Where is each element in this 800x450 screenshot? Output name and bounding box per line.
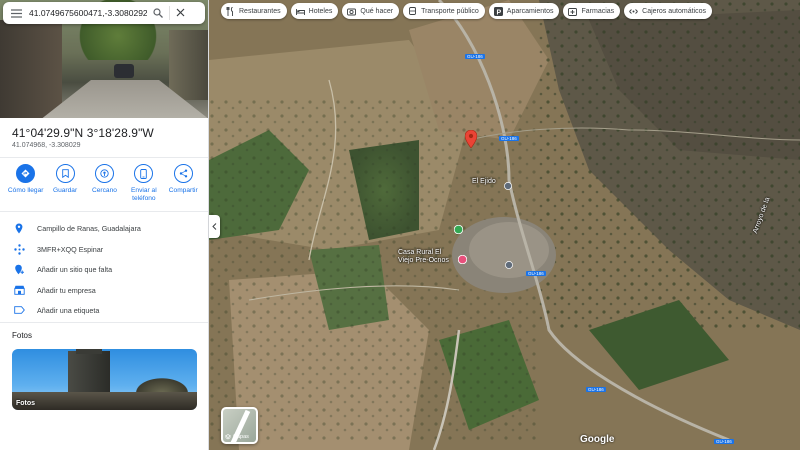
directions-icon bbox=[16, 164, 36, 183]
plus-code-text: 3MFR+XQQ Espinar bbox=[37, 244, 104, 254]
hero-car bbox=[114, 64, 134, 78]
chip-hotels[interactable]: Hoteles bbox=[290, 3, 339, 19]
chip-label: Aparcamientos bbox=[506, 7, 554, 15]
add-place-icon bbox=[12, 262, 26, 276]
layers-button[interactable]: Capas bbox=[221, 407, 258, 444]
maps-app: Casa Rural El Viejo Pre-Ocnos El Ejido A… bbox=[0, 0, 800, 450]
label-icon bbox=[12, 303, 26, 317]
location-pin-icon bbox=[12, 221, 26, 235]
decimal-coordinates: 41.074968, -3.308029 bbox=[12, 142, 81, 149]
info-add-missing-place[interactable]: Añadir un sitio que falta bbox=[12, 262, 202, 276]
layers-text: Capas bbox=[233, 434, 249, 440]
layers-icon bbox=[225, 434, 231, 440]
parking-icon: P bbox=[493, 6, 503, 16]
place-title-coordinates: 41°04'29.9"N 3°18'28.9"W bbox=[12, 126, 154, 140]
nearby-button[interactable]: Cercano bbox=[86, 164, 122, 203]
photo-card[interactable]: Fotos bbox=[12, 349, 197, 410]
casa-rural-label-line1: Casa Rural El bbox=[398, 249, 442, 256]
chip-label: Qué hacer bbox=[360, 7, 394, 15]
chip-restaurants[interactable]: Restaurantes bbox=[221, 3, 287, 19]
chip-label: Farmacias bbox=[581, 7, 615, 15]
chip-pharmacies[interactable]: Farmacias bbox=[563, 3, 621, 19]
camera-icon bbox=[347, 7, 357, 16]
satellite-imagery bbox=[209, 0, 800, 450]
transit-icon bbox=[408, 6, 417, 16]
close-icon[interactable] bbox=[169, 6, 191, 20]
svg-text:P: P bbox=[496, 9, 501, 16]
casa-rural-label[interactable]: Casa Rural El Viejo Pre-Ocnos bbox=[398, 249, 449, 265]
search-icon[interactable] bbox=[147, 8, 169, 18]
chip-label: Hoteles bbox=[308, 7, 333, 15]
add-missing-place-text: Añadir un sitio que falta bbox=[37, 264, 113, 274]
location-pin-marker[interactable] bbox=[464, 129, 478, 153]
hero-house bbox=[169, 30, 208, 100]
category-chips: Restaurantes Hoteles Qué hacer Transport… bbox=[221, 3, 716, 20]
plus-code-icon bbox=[12, 242, 26, 256]
photo-ground bbox=[12, 392, 197, 410]
nearby-icon bbox=[94, 164, 114, 183]
phone-icon bbox=[134, 164, 154, 183]
search-box bbox=[3, 2, 205, 24]
search-input[interactable] bbox=[29, 8, 147, 18]
divider bbox=[0, 322, 208, 323]
road-shield: GU-186 bbox=[526, 271, 546, 276]
hero-stone-wall bbox=[0, 20, 62, 118]
casa-rural-label-line2: Viejo Pre-Ocnos bbox=[398, 257, 449, 264]
directions-button[interactable]: Cómo llegar bbox=[8, 164, 44, 203]
bookmark-icon bbox=[55, 164, 75, 183]
info-plus-code[interactable]: 3MFR+XQQ Espinar bbox=[12, 242, 202, 256]
restaurant-icon bbox=[226, 6, 235, 16]
chip-label: Transporte público bbox=[421, 7, 479, 15]
transit-poi-icon[interactable] bbox=[505, 256, 513, 274]
chip-label: Restaurantes bbox=[239, 7, 281, 15]
add-business-text: Añadir tu empresa bbox=[37, 285, 96, 295]
google-logo: Google bbox=[580, 434, 615, 445]
business-icon bbox=[12, 283, 26, 297]
layers-label: Capas bbox=[225, 434, 249, 440]
collapse-panel-button[interactable] bbox=[209, 215, 220, 238]
action-buttons: Cómo llegar Guardar Cercano Enviar al te… bbox=[0, 164, 208, 203]
photos-section-title: Fotos bbox=[12, 331, 33, 340]
road-shield: GU-186 bbox=[499, 136, 519, 141]
divider bbox=[0, 211, 208, 212]
add-label-text: Añadir una etiqueta bbox=[37, 305, 100, 315]
action-label: Cómo llegar bbox=[7, 187, 44, 194]
menu-icon[interactable] bbox=[3, 2, 29, 24]
chip-transit[interactable]: Transporte público bbox=[403, 3, 485, 19]
chip-things-to-do[interactable]: Qué hacer bbox=[342, 3, 400, 19]
satellite-map[interactable] bbox=[209, 0, 800, 450]
road-shield: GU-186 bbox=[586, 387, 606, 392]
chip-parking[interactable]: P Aparcamientos bbox=[488, 3, 560, 19]
atm-icon bbox=[629, 7, 638, 16]
action-label: Compartir bbox=[168, 187, 198, 194]
photo-card-label: Fotos bbox=[16, 400, 36, 407]
save-button[interactable]: Guardar bbox=[47, 164, 83, 203]
action-label: Cercano bbox=[92, 187, 117, 194]
info-address[interactable]: Campillo de Ranas, Guadalajara bbox=[12, 221, 202, 235]
hotel-poi-icon[interactable] bbox=[457, 251, 468, 269]
send-to-phone-button[interactable]: Enviar al teléfono bbox=[126, 164, 162, 203]
action-label: Guardar bbox=[52, 187, 78, 194]
road-shield: GU-186 bbox=[714, 439, 734, 444]
share-button[interactable]: Compartir bbox=[165, 164, 201, 203]
el-ejido-label: El Ejido bbox=[472, 178, 496, 185]
transit-poi-icon[interactable] bbox=[504, 177, 512, 195]
chip-label: Cajeros automáticos bbox=[642, 7, 706, 15]
info-add-business[interactable]: Añadir tu empresa bbox=[12, 283, 202, 297]
chevron-left-icon bbox=[212, 223, 217, 230]
info-add-label[interactable]: Añadir una etiqueta bbox=[12, 303, 202, 317]
road-shield: GU-186 bbox=[465, 54, 485, 59]
park-poi-icon[interactable] bbox=[453, 221, 464, 239]
share-icon bbox=[173, 164, 193, 183]
divider bbox=[0, 157, 208, 158]
hotel-icon bbox=[295, 7, 305, 16]
address-text: Campillo de Ranas, Guadalajara bbox=[37, 223, 141, 233]
chip-atms[interactable]: Cajeros automáticos bbox=[624, 3, 712, 19]
action-label: Enviar al teléfono bbox=[131, 187, 157, 202]
pharmacy-icon bbox=[568, 7, 578, 16]
side-panel: 41°04'29.9"N 3°18'28.9"W 41.074968, -3.3… bbox=[0, 0, 209, 450]
